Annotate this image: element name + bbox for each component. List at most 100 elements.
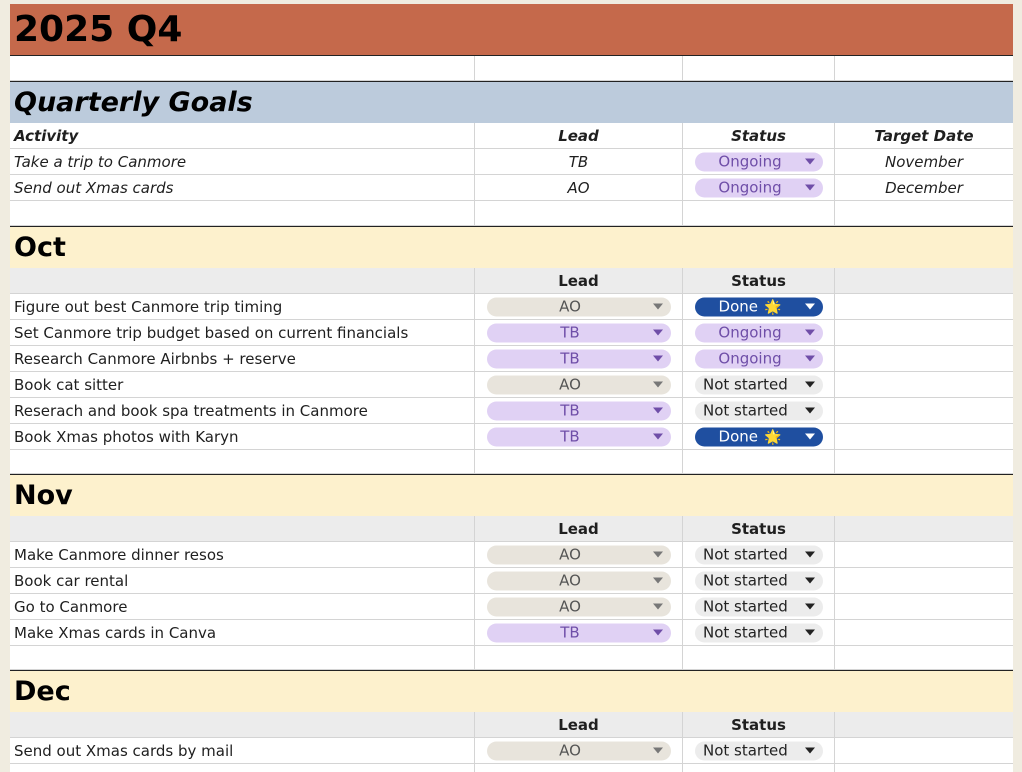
header-status[interactable]: Status [683, 516, 835, 542]
cell[interactable] [475, 56, 683, 81]
header-status[interactable]: Status [683, 123, 835, 149]
goal-activity-cell[interactable]: Send out Xmas cards [10, 175, 475, 201]
status-dropdown[interactable]: Ongoing [695, 152, 823, 171]
lead-dropdown[interactable]: TB [487, 427, 671, 446]
task-row: Go to Canmore AO Not started [10, 594, 1013, 620]
goal-target-cell[interactable]: November [835, 149, 1013, 175]
header-task[interactable] [10, 712, 475, 738]
cell[interactable] [475, 450, 683, 474]
cell[interactable] [835, 450, 1013, 474]
month-header-oct: Oct [10, 226, 1013, 268]
status-dropdown[interactable]: Ongoing [695, 178, 823, 197]
cell[interactable] [835, 294, 1013, 320]
month-header-nov: Nov [10, 474, 1013, 516]
lead-dropdown[interactable]: TB [487, 401, 671, 420]
cell[interactable] [475, 764, 683, 772]
task-cell[interactable]: Book car rental [10, 568, 475, 594]
lead-dropdown[interactable]: AO [487, 545, 671, 564]
cell[interactable] [683, 450, 835, 474]
status-dropdown[interactable]: Not started [695, 623, 823, 642]
cell[interactable] [683, 201, 835, 226]
dropdown-arrow-icon [653, 381, 663, 388]
status-dropdown[interactable]: Not started [695, 597, 823, 616]
task-cell[interactable]: Make Xmas cards in Canva [10, 620, 475, 646]
cell[interactable] [835, 398, 1013, 424]
task-cell[interactable]: Send out Xmas cards by mail [10, 738, 475, 764]
goal-lead-cell[interactable]: AO [475, 175, 683, 201]
cell[interactable] [835, 568, 1013, 594]
dropdown-arrow-icon [805, 303, 815, 310]
header-status[interactable]: Status [683, 712, 835, 738]
dropdown-arrow-icon [653, 747, 663, 754]
task-cell[interactable]: Figure out best Canmore trip timing [10, 294, 475, 320]
dropdown-arrow-icon [805, 433, 815, 440]
header-lead[interactable]: Lead [475, 123, 683, 149]
header-blank[interactable] [835, 712, 1013, 738]
header-lead[interactable]: Lead [475, 268, 683, 294]
cell[interactable] [835, 594, 1013, 620]
header-task[interactable] [10, 516, 475, 542]
lead-dropdown[interactable]: AO [487, 375, 671, 394]
status-dropdown[interactable]: Not started [695, 545, 823, 564]
cell[interactable] [835, 320, 1013, 346]
cell[interactable] [683, 646, 835, 670]
cell[interactable] [10, 450, 475, 474]
lead-dropdown[interactable]: AO [487, 741, 671, 760]
lead-dropdown[interactable]: AO [487, 571, 671, 590]
cell[interactable] [10, 56, 475, 81]
task-cell[interactable]: Reserach and book spa treatments in Canm… [10, 398, 475, 424]
lead-dropdown[interactable]: TB [487, 349, 671, 368]
goal-target-cell[interactable]: December [835, 175, 1013, 201]
lead-dropdown[interactable]: TB [487, 323, 671, 342]
cell[interactable] [835, 646, 1013, 670]
status-dropdown[interactable]: Not started [695, 401, 823, 420]
cell[interactable] [835, 56, 1013, 81]
cell[interactable] [835, 201, 1013, 226]
header-blank[interactable] [835, 268, 1013, 294]
task-cell[interactable]: Book Xmas photos with Karyn [10, 424, 475, 450]
cell[interactable] [475, 646, 683, 670]
header-task[interactable] [10, 268, 475, 294]
status-dropdown[interactable]: Ongoing [695, 349, 823, 368]
goal-row: Take a trip to Canmore TB Ongoing Novemb… [10, 149, 1013, 175]
header-status[interactable]: Status [683, 268, 835, 294]
cell[interactable] [835, 738, 1013, 764]
header-target-date[interactable]: Target Date [835, 123, 1013, 149]
cell[interactable] [835, 620, 1013, 646]
header-activity[interactable]: Activity [10, 123, 475, 149]
header-lead[interactable]: Lead [475, 516, 683, 542]
task-cell[interactable]: Go to Canmore [10, 594, 475, 620]
header-lead[interactable]: Lead [475, 712, 683, 738]
goal-lead-cell[interactable]: TB [475, 149, 683, 175]
status-dropdown[interactable]: Done 🌟 [695, 427, 823, 446]
status-dropdown[interactable]: Done 🌟 [695, 297, 823, 316]
task-cell[interactable]: Set Canmore trip budget based on current… [10, 320, 475, 346]
status-dropdown[interactable]: Not started [695, 571, 823, 590]
task-cell[interactable]: Book cat sitter [10, 372, 475, 398]
status-dropdown[interactable]: Ongoing [695, 323, 823, 342]
cell[interactable] [683, 56, 835, 81]
cell[interactable] [835, 542, 1013, 568]
lead-dropdown[interactable]: TB [487, 623, 671, 642]
cell[interactable] [835, 424, 1013, 450]
status-dropdown[interactable]: Not started [695, 741, 823, 760]
status-cell: Done 🌟 [683, 424, 835, 450]
goal-activity-cell[interactable]: Take a trip to Canmore [10, 149, 475, 175]
month-column-headers: Lead Status [10, 516, 1013, 542]
cell[interactable] [835, 346, 1013, 372]
lead-dropdown[interactable]: AO [487, 597, 671, 616]
status-dropdown[interactable]: Not started [695, 375, 823, 394]
task-cell[interactable]: Research Canmore Airbnbs + reserve [10, 346, 475, 372]
task-row: Make Xmas cards in Canva TB Not started [10, 620, 1013, 646]
cell[interactable] [835, 372, 1013, 398]
task-cell[interactable]: Make Canmore dinner resos [10, 542, 475, 568]
cell[interactable] [835, 764, 1013, 772]
cell[interactable] [475, 201, 683, 226]
cell[interactable] [683, 764, 835, 772]
header-blank[interactable] [835, 516, 1013, 542]
cell[interactable] [10, 646, 475, 670]
lead-dropdown[interactable]: AO [487, 297, 671, 316]
cell[interactable] [10, 764, 475, 772]
lead-cell: AO [475, 294, 683, 320]
cell[interactable] [10, 201, 475, 226]
